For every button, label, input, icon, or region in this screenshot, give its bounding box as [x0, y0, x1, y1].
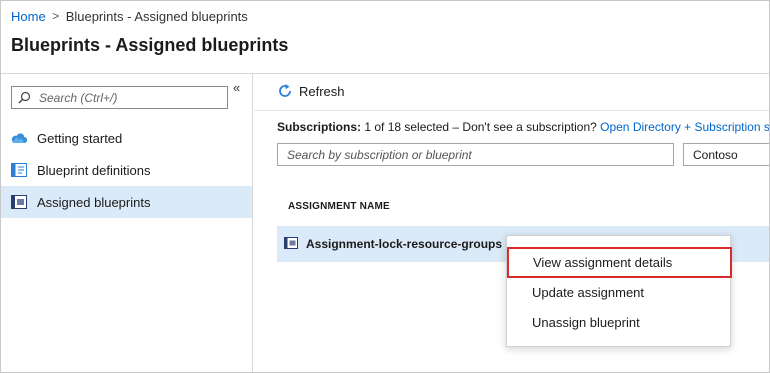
sidebar-item-label: Assigned blueprints — [37, 194, 151, 210]
subscriptions-text: 1 of 18 selected – Don't see a subscript… — [361, 120, 601, 134]
context-menu: View assignment details Update assignmen… — [506, 235, 732, 347]
breadcrumb-home-link[interactable]: Home — [11, 9, 46, 24]
blueprint-definition-icon — [11, 162, 27, 178]
subscriptions-line: Subscriptions: 1 of 18 selected – Don't … — [277, 120, 769, 134]
page-title: Blueprints - Assigned blueprints — [11, 35, 289, 55]
sidebar: « Getting started — [1, 74, 253, 372]
chevron-right-icon: > — [52, 9, 60, 23]
directory-select[interactable]: Contoso — [683, 143, 769, 166]
menu-item-update-assignment[interactable]: Update assignment — [507, 277, 732, 307]
context-menu-list: Update assignment Unassign blueprint — [507, 277, 732, 337]
refresh-icon — [279, 84, 291, 97]
toolbar: Refresh — [254, 74, 769, 111]
breadcrumb: Home > Blueprints - Assigned blueprints — [11, 7, 248, 25]
sidebar-item-assigned-blueprints[interactable]: Assigned blueprints — [1, 186, 252, 218]
window-frame: Home > Blueprints - Assigned blueprints … — [0, 0, 770, 373]
refresh-label: Refresh — [299, 83, 345, 99]
assignment-icon — [284, 237, 298, 251]
subscriptions-label: Subscriptions: — [277, 120, 362, 134]
sidebar-search-input[interactable] — [39, 90, 219, 105]
menu-item-view-assignment-details[interactable]: View assignment details — [507, 247, 732, 278]
open-directory-link[interactable]: Open Directory + Subscription se — [600, 120, 769, 134]
search-subscription-input[interactable] — [277, 143, 674, 166]
column-header-assignment-name[interactable]: ASSIGNMENT NAME — [288, 201, 390, 212]
search-icon — [18, 91, 31, 104]
assignment-name: Assignment-lock-resource-groups — [306, 237, 503, 251]
sidebar-nav: Getting started Blueprint definitions As… — [1, 122, 252, 218]
sidebar-search[interactable] — [11, 86, 228, 109]
sidebar-item-label: Blueprint definitions — [37, 162, 151, 178]
sidebar-item-getting-started[interactable]: Getting started — [1, 122, 252, 154]
sidebar-item-label: Getting started — [37, 130, 123, 146]
assigned-blueprint-icon — [11, 194, 27, 210]
menu-item-unassign-blueprint[interactable]: Unassign blueprint — [507, 307, 732, 337]
cloud-icon — [11, 130, 27, 146]
refresh-button[interactable]: Refresh — [277, 83, 345, 99]
sidebar-item-blueprint-definitions[interactable]: Blueprint definitions — [1, 154, 252, 186]
double-chevron-left-icon[interactable]: « — [233, 80, 240, 95]
breadcrumb-current: Blueprints - Assigned blueprints — [65, 8, 248, 24]
